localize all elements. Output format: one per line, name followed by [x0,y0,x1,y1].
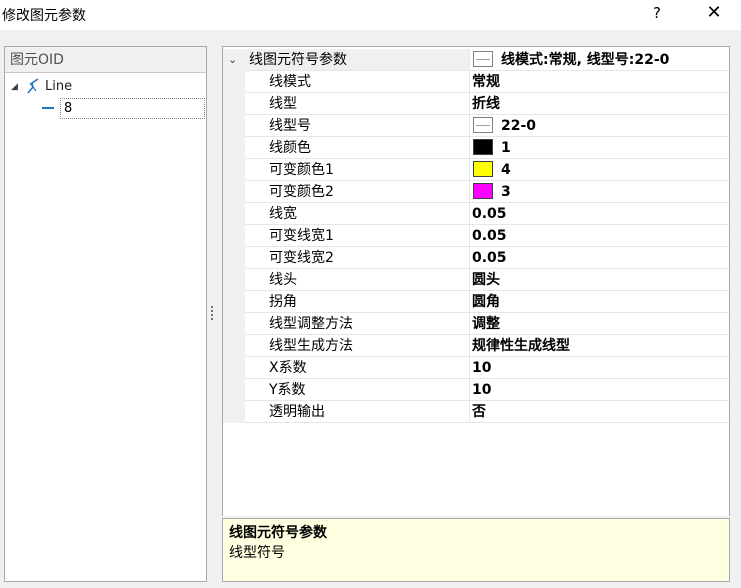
prop-name: 可变线宽1 [245,225,469,247]
prop-row[interactable]: 线型号 22-0 [223,115,729,137]
title-bar: 修改图元参数 ? ✕ [0,0,741,30]
splitter-handle[interactable] [211,306,214,322]
tree-node-line-label: Line [45,79,73,94]
prop-name: 可变线宽2 [245,247,469,269]
description-text: 线型符号 [229,545,285,561]
line-icon [27,78,39,94]
prop-value[interactable]: 22-0 [469,115,729,137]
prop-row[interactable]: 可变颜色1 4 [223,159,729,181]
prop-name: 线型生成方法 [245,335,469,357]
prop-value[interactable]: 调整 [469,313,729,335]
window-title: 修改图元参数 [2,8,86,24]
prop-name: 可变颜色1 [245,159,469,181]
prop-value[interactable]: 1 [469,137,729,159]
line-style-swatch-icon [473,117,493,133]
prop-value-text: 4 [501,162,511,178]
color-swatch-black [473,139,493,155]
prop-row[interactable]: 线型 折线 [223,93,729,115]
grid-empty-area [223,423,729,516]
expand-triangle-icon[interactable]: ◢ [11,77,18,97]
prop-name: 线模式 [245,71,469,93]
prop-name: 拐角 [245,291,469,313]
prop-value[interactable]: 3 [469,181,729,203]
prop-name: Y系数 [245,379,469,401]
tree-node-oid[interactable]: 8 [5,98,205,119]
line-style-swatch-icon [473,51,493,67]
prop-value-text: 3 [501,184,511,200]
prop-row[interactable]: 线模式 常规 [223,71,729,93]
property-grid: ⌄ 线图元符号参数 线模式:常规, 线型号:22-0 线模式 常规 线型 折线 … [222,46,730,516]
prop-row[interactable]: 线型生成方法 规律性生成线型 [223,335,729,357]
prop-name: 线型 [245,93,469,115]
prop-row[interactable]: 线型调整方法 调整 [223,313,729,335]
category-value-text: 线模式:常规, 线型号:22-0 [501,52,670,68]
oid-tree-panel: 图元OID ◢ Line 8 [4,46,207,582]
prop-value[interactable]: 圆角 [469,291,729,313]
prop-value[interactable]: 圆头 [469,269,729,291]
category-value: 线模式:常规, 线型号:22-0 [469,49,729,71]
prop-value[interactable]: 否 [469,401,729,423]
prop-name: X系数 [245,357,469,379]
dash-icon [42,107,54,109]
tree-header: 图元OID [5,47,206,73]
prop-row[interactable]: 可变线宽1 0.05 [223,225,729,247]
prop-name: 可变颜色2 [245,181,469,203]
close-button[interactable]: ✕ [697,2,731,26]
description-title: 线图元符号参数 [229,525,327,541]
prop-row[interactable]: X系数 10 [223,357,729,379]
prop-value-text: 1 [501,140,511,156]
collapse-chevron-icon[interactable]: ⌄ [228,53,237,66]
color-swatch-yellow [473,161,493,177]
prop-value[interactable]: 折线 [469,93,729,115]
prop-row[interactable]: 透明输出 否 [223,401,729,423]
prop-row[interactable]: Y系数 10 [223,379,729,401]
prop-value-text: 22-0 [501,118,537,134]
prop-row[interactable]: 线颜色 1 [223,137,729,159]
prop-value[interactable]: 规律性生成线型 [469,335,729,357]
prop-value[interactable]: 常规 [469,71,729,93]
prop-row[interactable]: 可变线宽2 0.05 [223,247,729,269]
color-swatch-magenta [473,183,493,199]
description-panel: 线图元符号参数 线型符号 [222,518,730,582]
tree-node-line[interactable]: ◢ Line [5,77,205,97]
prop-value[interactable]: 0.05 [469,225,729,247]
prop-row[interactable]: 可变颜色2 3 [223,181,729,203]
category-row[interactable]: ⌄ 线图元符号参数 线模式:常规, 线型号:22-0 [223,49,729,71]
prop-row[interactable]: 拐角 圆角 [223,291,729,313]
prop-name: 线颜色 [245,137,469,159]
prop-name: 线型号 [245,115,469,137]
prop-name: 线宽 [245,203,469,225]
prop-row[interactable]: 线头 圆头 [223,269,729,291]
help-button[interactable]: ? [640,2,674,26]
prop-value[interactable]: 0.05 [469,203,729,225]
category-name: 线图元符号参数 [245,49,469,71]
prop-value[interactable]: 10 [469,357,729,379]
prop-value[interactable]: 4 [469,159,729,181]
prop-name: 线头 [245,269,469,291]
prop-name: 线型调整方法 [245,313,469,335]
prop-value[interactable]: 10 [469,379,729,401]
prop-value[interactable]: 0.05 [469,247,729,269]
prop-row[interactable]: 线宽 0.05 [223,203,729,225]
prop-name: 透明输出 [245,401,469,423]
tree-node-oid-label[interactable]: 8 [60,98,205,119]
